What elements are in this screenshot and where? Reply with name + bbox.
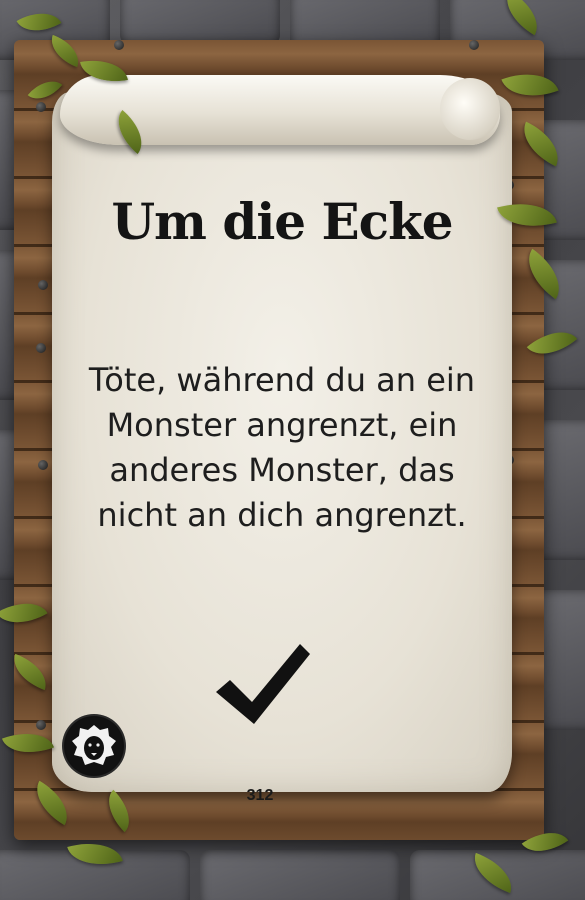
card-description: Töte, während du an ein Monster angrenzt…	[88, 361, 476, 534]
lion-emblem-icon	[64, 716, 124, 776]
card-number: 312	[246, 787, 274, 804]
scroll-roll-end	[440, 78, 500, 140]
checkmark-icon	[216, 644, 310, 724]
quest-card: Um die Ecke Töte, während du an ein Mons…	[0, 0, 585, 900]
card-title: Um die Ecke	[111, 192, 453, 251]
